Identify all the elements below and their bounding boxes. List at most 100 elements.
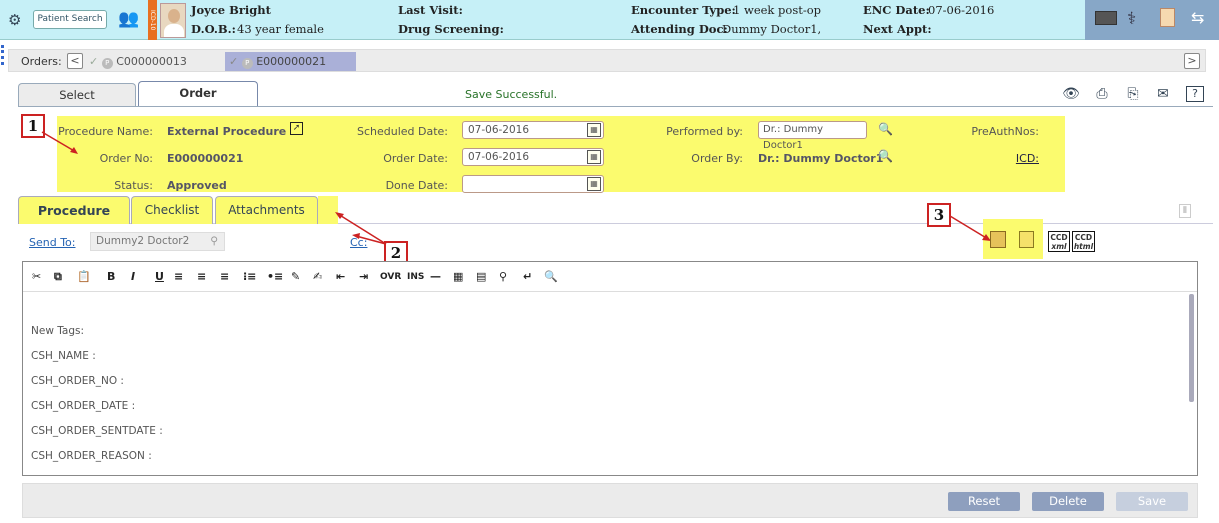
editor-line: CSH_ORDER_REASON : (31, 450, 152, 462)
editor-scrollbar[interactable] (1189, 294, 1194, 402)
patient-avatar[interactable] (160, 3, 186, 38)
order-by-value: Dr.: Dummy Doctor1 (758, 152, 884, 165)
done-date-input[interactable]: ▦ (462, 175, 604, 193)
print-icon[interactable]: ⎙ (1093, 86, 1111, 102)
italic-button[interactable]: I (131, 270, 135, 283)
save-button[interactable]: Save (1116, 492, 1188, 511)
performed-by-input[interactable]: Dr.: Dummy Doctor1 (758, 121, 867, 151)
document-user-icon[interactable] (1160, 8, 1175, 27)
format-painter-icon[interactable]: ✎ (291, 270, 300, 283)
editor-line: CSH_ORDER_DATE : (31, 400, 136, 412)
bold-button[interactable]: B (107, 270, 115, 283)
next-appt-label: Next Appt: (863, 22, 932, 36)
zoom-icon[interactable]: 🔍 (544, 270, 558, 283)
icd10-vertical-tab[interactable]: ICD-10 (148, 0, 157, 40)
order-code: E000000021 (256, 55, 327, 68)
horizontal-rule-icon[interactable]: — (430, 270, 441, 283)
lookup-icon[interactable]: 🔍 (878, 149, 893, 163)
tab-attachments[interactable]: Attachments (215, 196, 318, 224)
mail-icon[interactable]: ✉ (1154, 86, 1172, 102)
highlight-icon[interactable]: ✍ (313, 270, 322, 283)
editor-toolbar: ✂ ⧉ 📋 B I U ≡ ≡ ≡ ⁝≡ •≡ ✎ ✍ ⇤ ⇥ OVR INS … (23, 262, 1197, 292)
location-pin-icon: ⚲ (210, 235, 218, 247)
cc-link[interactable]: Cc: (350, 236, 367, 249)
editor-line: New Tags: (31, 325, 85, 337)
calendar-icon[interactable]: ▦ (587, 177, 601, 191)
ccd-html-button[interactable]: CCD html (1072, 231, 1095, 252)
clipboard-attach-icon[interactable] (990, 231, 1006, 248)
document-attach-icon[interactable] (1019, 231, 1034, 248)
edit-icon[interactable]: ➚ (290, 122, 303, 135)
calendar-icon[interactable]: ▦ (587, 123, 601, 137)
eye-icon[interactable]: 👁 (1062, 86, 1080, 102)
page-break-icon[interactable]: ▤ (476, 270, 486, 283)
order-no-value: E000000021 (167, 152, 244, 165)
send-to-field[interactable]: Dummy2 Doctor2 ⚲ (90, 232, 225, 251)
order-tab-2[interactable]: ✓ P E000000021 (225, 52, 356, 71)
user-settings-icon[interactable]: ⚙ (8, 11, 21, 29)
orders-next-button[interactable]: > (1184, 53, 1200, 69)
preauth-label: PreAuthNos: (971, 125, 1039, 138)
editor-line: CSH_ORDER_NO : (31, 375, 124, 387)
outdent-icon[interactable]: ⇤ (336, 270, 345, 283)
sidebar-toggle-icon[interactable]: ▮ (1179, 204, 1191, 218)
numbered-list-icon[interactable]: ⁝≡ (243, 270, 256, 283)
side-handle[interactable] (1, 45, 4, 65)
transfer-icon[interactable]: ⇆ (1191, 8, 1204, 27)
overwrite-button[interactable]: OVR (380, 272, 401, 282)
reset-button[interactable]: Reset (948, 492, 1020, 511)
doctor-icon[interactable]: ⚕ (1127, 9, 1136, 29)
tab-procedure[interactable]: Procedure (18, 196, 130, 224)
scheduled-date-input[interactable]: 07-06-2016 ▦ (462, 121, 604, 139)
align-right-icon[interactable]: ≡ (220, 270, 229, 283)
monitor-icon[interactable] (1095, 11, 1117, 25)
attending-doc-label: Attending Doc: (631, 22, 728, 36)
underline-button[interactable]: U (155, 270, 164, 283)
delete-button[interactable]: Delete (1032, 492, 1104, 511)
send-to-link[interactable]: Send To: (29, 236, 76, 249)
patient-search-button[interactable]: Patient Search (33, 10, 107, 29)
order-tab-1[interactable]: ✓ P C000000013 (89, 52, 219, 71)
cut-icon[interactable]: ✂ (32, 270, 41, 283)
tab-checklist[interactable]: Checklist (131, 196, 213, 224)
find-icon[interactable]: ⚲ (499, 270, 507, 283)
patient-header: ⚙ Patient Search 👥 ICD-10 Joyce Bright D… (0, 0, 1219, 40)
patients-icon[interactable]: 👥 (118, 9, 139, 29)
enc-date-value: 07-06-2016 (928, 3, 995, 17)
orders-prev-button[interactable]: < (67, 53, 83, 69)
help-icon[interactable]: ? (1186, 86, 1204, 102)
align-left-icon[interactable]: ≡ (174, 270, 183, 283)
status-message: Save Successful. (465, 88, 558, 101)
order-code: C000000013 (116, 55, 187, 68)
order-date-input[interactable]: 07-06-2016 ▦ (462, 148, 604, 166)
order-no-label: Order No: (99, 152, 153, 165)
encounter-type-label: Encounter Type: (631, 3, 736, 17)
done-date-label: Done Date: (385, 179, 448, 192)
align-center-icon[interactable]: ≡ (197, 270, 206, 283)
orders-label: Orders: (21, 55, 62, 68)
rich-text-editor[interactable]: ✂ ⧉ 📋 B I U ≡ ≡ ≡ ⁝≡ •≡ ✎ ✍ ⇤ ⇥ OVR INS … (22, 261, 1198, 476)
status-value: Approved (167, 179, 227, 192)
patient-name: Joyce Bright (191, 3, 271, 17)
order-badge-icon: P (241, 58, 253, 69)
status-label: Status: (114, 179, 153, 192)
lookup-icon[interactable]: 🔍 (878, 122, 893, 136)
calendar-icon[interactable]: ▦ (587, 150, 601, 164)
fax-icon[interactable]: ⎘ (1124, 86, 1142, 102)
table-icon[interactable]: ▦ (453, 270, 463, 283)
copy-icon[interactable]: ⧉ (54, 270, 62, 284)
ccd-xml-button[interactable]: CCD xml (1048, 231, 1070, 252)
editor-line: CSH_NAME : (31, 350, 96, 362)
tab-order[interactable]: Order (138, 81, 258, 107)
bullet-list-icon[interactable]: •≡ (267, 270, 283, 283)
return-icon[interactable]: ↵ (523, 270, 532, 283)
paste-icon[interactable]: 📋 (77, 270, 91, 283)
indent-icon[interactable]: ⇥ (359, 270, 368, 283)
insert-button[interactable]: INS (407, 272, 424, 282)
tab-select[interactable]: Select (18, 83, 136, 107)
encounter-type-value: 1 week post-op (733, 3, 822, 17)
callout-3-arrow (949, 215, 991, 241)
icd-link[interactable]: ICD: (940, 152, 1039, 165)
procedure-name-label: Procedure Name: (58, 125, 153, 138)
procedure-name-value: External Procedure (167, 125, 287, 138)
